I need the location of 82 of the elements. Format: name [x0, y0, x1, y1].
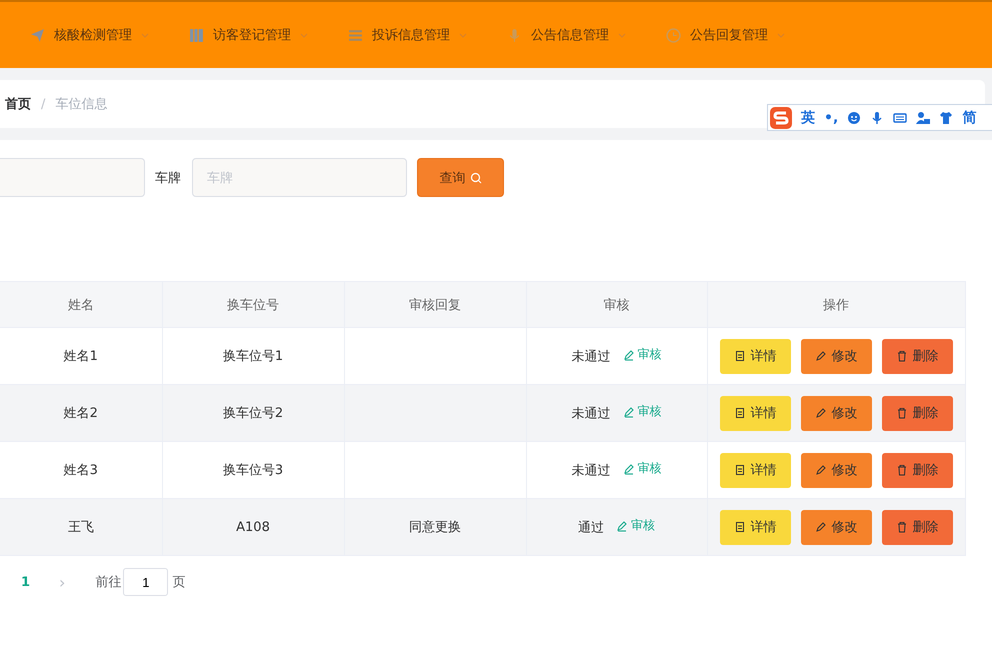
- document-icon: [734, 350, 746, 362]
- caret-icon: [141, 32, 149, 38]
- detail-button[interactable]: 详情: [720, 510, 790, 544]
- caret-icon: [777, 32, 785, 38]
- breadcrumb-item: 车位信息: [55, 96, 108, 113]
- document-icon: [734, 521, 746, 533]
- delete-button[interactable]: 删除: [882, 510, 952, 544]
- column-header: 换车位号: [162, 282, 344, 328]
- trash-icon: [896, 350, 908, 362]
- detail-button[interactable]: 详情: [720, 452, 790, 488]
- page-input[interactable]: 1: [123, 568, 168, 596]
- table-cell: A108: [162, 498, 344, 556]
- keyboard-icon[interactable]: [893, 110, 908, 124]
- pencil-icon: [622, 406, 635, 418]
- nav-menu-item[interactable]: 公告回复管理: [666, 26, 785, 44]
- pencil-icon: [814, 521, 826, 533]
- shirt-icon[interactable]: [939, 110, 954, 124]
- review-link[interactable]: 审核: [622, 460, 662, 478]
- ime-punctuation-toggle[interactable]: •,: [824, 110, 838, 126]
- table-cell: 换车位号2: [162, 384, 344, 442]
- goto-label: 前往: [95, 574, 122, 591]
- status-text: 通过: [578, 520, 604, 536]
- nav-menu-item[interactable]: 投诉信息管理: [348, 26, 467, 44]
- edit-button[interactable]: 修改: [800, 396, 872, 430]
- filter-label: 车牌: [155, 170, 181, 186]
- user-icon[interactable]: [916, 110, 930, 124]
- pencil-icon: [814, 407, 826, 419]
- caret-icon: [300, 32, 308, 38]
- send-icon: [30, 28, 45, 42]
- document-icon: [734, 407, 746, 419]
- breadcrumb-separator: /: [41, 96, 46, 112]
- pencil-icon: [814, 464, 826, 476]
- search-icon: [470, 172, 482, 184]
- microphone-icon[interactable]: [870, 110, 884, 124]
- pencil-icon: [814, 350, 826, 362]
- review-link[interactable]: 审核: [616, 517, 656, 534]
- nav-menu-item[interactable]: 公告信息管理: [507, 26, 626, 44]
- page-number[interactable]: 1: [21, 574, 33, 590]
- column-header: 审核回复: [344, 282, 526, 328]
- delete-button[interactable]: 删除: [882, 338, 952, 374]
- review-link[interactable]: 审核: [622, 346, 662, 364]
- trash-icon: [896, 521, 908, 533]
- table-cell: 王飞: [0, 498, 162, 556]
- microphone-icon: [507, 28, 522, 42]
- list-icon: [348, 28, 363, 42]
- status-text: 未通过: [571, 350, 610, 365]
- detail-button[interactable]: 详情: [720, 338, 790, 374]
- breadcrumb-item[interactable]: 首页: [5, 95, 31, 113]
- column-header: 操作: [707, 282, 965, 328]
- page-suffix: 页: [172, 574, 186, 591]
- delete-button[interactable]: 删除: [882, 452, 952, 488]
- status-text: 未通过: [571, 406, 610, 422]
- status-text: 未通过: [571, 464, 610, 479]
- detail-button[interactable]: 详情: [720, 396, 790, 430]
- ime-logo-icon[interactable]: [770, 106, 792, 128]
- search-button[interactable]: 查询: [417, 158, 504, 197]
- filter-input[interactable]: 车牌: [192, 158, 407, 197]
- column-header: 审核: [526, 282, 707, 328]
- review-link[interactable]: 审核: [622, 403, 662, 420]
- emoji-icon[interactable]: [847, 110, 862, 124]
- filter-input[interactable]: [0, 158, 145, 197]
- ime-language-toggle[interactable]: 英: [801, 108, 815, 126]
- pencil-icon: [616, 520, 628, 532]
- document-icon: [734, 464, 746, 476]
- table-cell: 姓名2: [0, 384, 162, 442]
- ime-mode-toggle[interactable]: 简: [962, 108, 976, 126]
- trash-icon: [896, 407, 908, 419]
- nav-menu-item[interactable]: 访客登记管理: [189, 26, 308, 44]
- trash-icon: [896, 464, 908, 476]
- column-header: 姓名: [0, 282, 162, 328]
- table-cell: 同意更换: [344, 498, 526, 556]
- nav-menu-item[interactable]: 核酸检测管理: [30, 26, 149, 44]
- edit-button[interactable]: 修改: [800, 452, 872, 488]
- edit-button[interactable]: 修改: [800, 510, 872, 544]
- pencil-icon: [622, 348, 635, 361]
- caret-icon: [618, 32, 626, 38]
- delete-button[interactable]: 删除: [882, 396, 952, 430]
- book-icon: [189, 28, 204, 42]
- clock-icon: [666, 28, 681, 42]
- edit-button[interactable]: 修改: [800, 338, 872, 374]
- caret-icon: [459, 32, 467, 38]
- pencil-icon: [622, 462, 635, 475]
